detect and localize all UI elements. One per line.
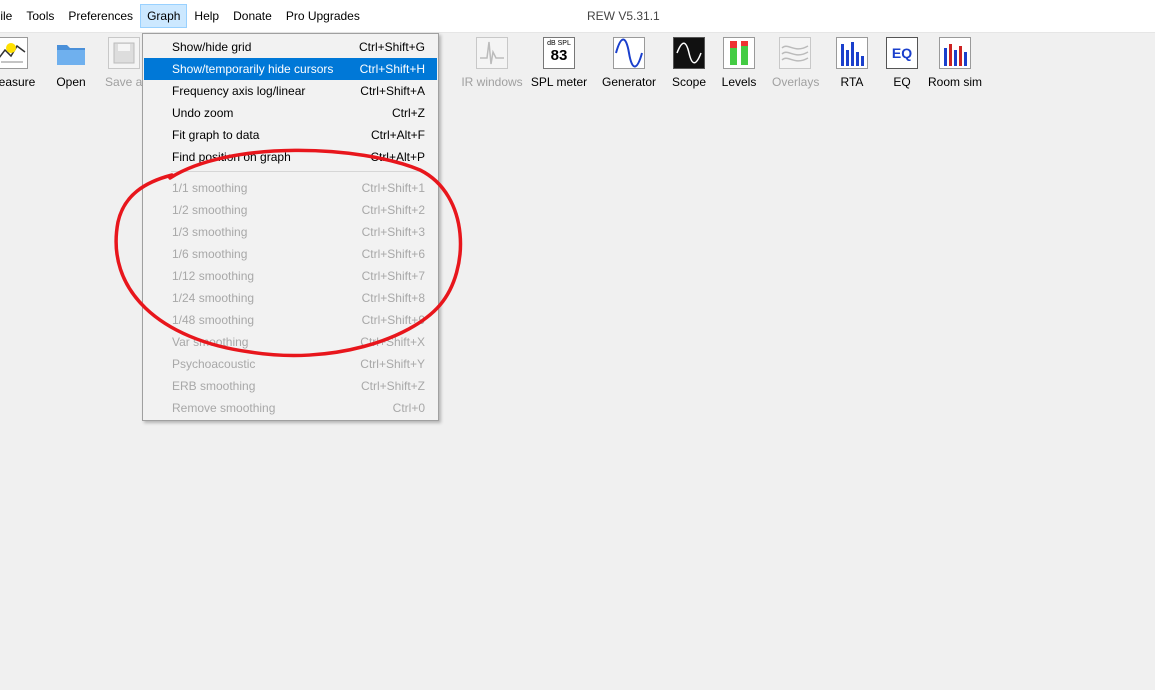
- menu-item-label: 1/6 smoothing: [172, 247, 248, 261]
- menu-item-shortcut: Ctrl+Shift+X: [360, 335, 425, 349]
- title-bar: File Tools Preferences Graph Help Donate…: [0, 0, 1155, 33]
- eq-button[interactable]: EQ EQ: [885, 37, 919, 89]
- menu-preferences[interactable]: Preferences: [61, 4, 140, 28]
- menu-graph[interactable]: Graph: [140, 4, 188, 28]
- menu-separator: [171, 171, 426, 172]
- menu-item-smoothing-1-1[interactable]: 1/1 smoothing Ctrl+Shift+1: [144, 177, 437, 199]
- menu-item-shortcut: Ctrl+Shift+Y: [360, 357, 425, 371]
- menu-item-smoothing-1-48[interactable]: 1/48 smoothing Ctrl+Shift+9: [144, 309, 437, 331]
- menu-item-shortcut: Ctrl+Shift+H: [359, 62, 425, 76]
- menu-item-label: 1/24 smoothing: [172, 291, 255, 305]
- menu-item-shortcut: Ctrl+Shift+1: [361, 181, 425, 195]
- menu-item-smoothing-1-3[interactable]: 1/3 smoothing Ctrl+Shift+3: [144, 221, 437, 243]
- rta-button[interactable]: RTA: [835, 37, 869, 89]
- menu-item-label: Show/hide grid: [172, 40, 252, 54]
- menu-item-label: Undo zoom: [172, 106, 234, 120]
- menu-file[interactable]: File: [0, 4, 19, 28]
- menu-item-label: 1/1 smoothing: [172, 181, 248, 195]
- room-sim-button[interactable]: Room sim: [926, 37, 984, 89]
- menu-item-label: 1/2 smoothing: [172, 203, 248, 217]
- menu-item-find-position[interactable]: Find position on graph Ctrl+Alt+P: [144, 146, 437, 168]
- menu-item-label: Find position on graph: [172, 150, 291, 164]
- menu-item-shortcut: Ctrl+Shift+2: [361, 203, 425, 217]
- menu-item-erb-smoothing[interactable]: ERB smoothing Ctrl+Shift+Z: [144, 375, 437, 397]
- menu-item-shortcut: Ctrl+Alt+F: [370, 128, 425, 142]
- menu-item-label: Frequency axis log/linear: [172, 84, 306, 98]
- eq-icon: EQ: [886, 37, 918, 69]
- measure-icon: [0, 37, 28, 69]
- measure-button[interactable]: Measure: [0, 37, 42, 89]
- menu-item-show-hide-cursors[interactable]: Show/temporarily hide cursors Ctrl+Shift…: [144, 58, 437, 80]
- overlays-button[interactable]: Overlays: [772, 37, 819, 89]
- levels-icon: [723, 37, 755, 69]
- scope-button[interactable]: Scope: [671, 37, 707, 89]
- ir-windows-button[interactable]: IR windows: [461, 37, 523, 89]
- menu-item-shortcut: Ctrl+Shift+8: [361, 291, 425, 305]
- open-button[interactable]: Open: [54, 37, 88, 89]
- overlays-icon: [779, 37, 811, 69]
- menu-item-shortcut: Ctrl+0: [392, 401, 425, 415]
- spl-meter-icon: dB SPL 83: [543, 37, 575, 69]
- menu-item-shortcut: Ctrl+Alt+P: [370, 150, 425, 164]
- menu-item-shortcut: Ctrl+Shift+A: [360, 84, 425, 98]
- menu-pro-upgrades[interactable]: Pro Upgrades: [279, 4, 367, 28]
- menu-item-shortcut: Ctrl+Shift+7: [361, 269, 425, 283]
- graph-menu-dropdown: Show/hide grid Ctrl+Shift+G Show/tempora…: [142, 33, 439, 421]
- menu-item-label: 1/3 smoothing: [172, 225, 248, 239]
- scope-icon: [673, 37, 705, 69]
- save-icon: [108, 37, 140, 69]
- menu-item-var-smoothing[interactable]: Var smoothing Ctrl+Shift+X: [144, 331, 437, 353]
- menu-item-shortcut: Ctrl+Shift+9: [361, 313, 425, 327]
- menu-item-smoothing-1-6[interactable]: 1/6 smoothing Ctrl+Shift+6: [144, 243, 437, 265]
- menu-item-smoothing-1-24[interactable]: 1/24 smoothing Ctrl+Shift+8: [144, 287, 437, 309]
- menu-help[interactable]: Help: [187, 4, 226, 28]
- menu-item-shortcut: Ctrl+Shift+Z: [360, 379, 425, 393]
- menu-tools[interactable]: Tools: [19, 4, 61, 28]
- eq-icon-text: EQ: [891, 45, 913, 61]
- menu-item-remove-smoothing[interactable]: Remove smoothing Ctrl+0: [144, 397, 437, 419]
- menu-item-shortcut: Ctrl+Shift+6: [361, 247, 425, 261]
- menu-item-shortcut: Ctrl+Shift+G: [358, 40, 425, 54]
- menu-item-label: Var smoothing: [172, 335, 249, 349]
- menu-item-label: 1/48 smoothing: [172, 313, 255, 327]
- menu-item-label: ERB smoothing: [172, 379, 256, 393]
- menu-donate[interactable]: Donate: [226, 4, 279, 28]
- menu-item-label: Remove smoothing: [172, 401, 276, 415]
- menu-item-label: Psychoacoustic: [172, 357, 256, 371]
- menu-item-label: 1/12 smoothing: [172, 269, 255, 283]
- generator-button[interactable]: Generator: [602, 37, 656, 89]
- room-sim-icon: [939, 37, 971, 69]
- menu-item-smoothing-1-2[interactable]: 1/2 smoothing Ctrl+Shift+2: [144, 199, 437, 221]
- menu-item-frequency-axis[interactable]: Frequency axis log/linear Ctrl+Shift+A: [144, 80, 437, 102]
- menu-item-undo-zoom[interactable]: Undo zoom Ctrl+Z: [144, 102, 437, 124]
- menu-item-smoothing-1-12[interactable]: 1/12 smoothing Ctrl+Shift+7: [144, 265, 437, 287]
- levels-button[interactable]: Levels: [721, 37, 757, 89]
- menu-item-label: Fit graph to data: [172, 128, 260, 142]
- app-title: REW V5.31.1: [587, 9, 660, 23]
- menu-item-label: Show/temporarily hide cursors: [172, 62, 334, 76]
- spl-meter-button[interactable]: dB SPL 83 SPL meter: [530, 37, 588, 89]
- sine-wave-icon: [613, 37, 645, 69]
- ir-windows-icon: [476, 37, 508, 69]
- menu-item-fit-graph[interactable]: Fit graph to data Ctrl+Alt+F: [144, 124, 437, 146]
- rta-icon: [836, 37, 868, 69]
- spl-meter-value: 83: [550, 47, 568, 64]
- menu-item-show-hide-grid[interactable]: Show/hide grid Ctrl+Shift+G: [144, 36, 437, 58]
- menu-item-shortcut: Ctrl+Z: [392, 106, 425, 120]
- menu-item-psychoacoustic[interactable]: Psychoacoustic Ctrl+Shift+Y: [144, 353, 437, 375]
- menu-bar: File Tools Preferences Graph Help Donate…: [0, 4, 367, 28]
- menu-item-shortcut: Ctrl+Shift+3: [361, 225, 425, 239]
- folder-icon: [55, 37, 87, 69]
